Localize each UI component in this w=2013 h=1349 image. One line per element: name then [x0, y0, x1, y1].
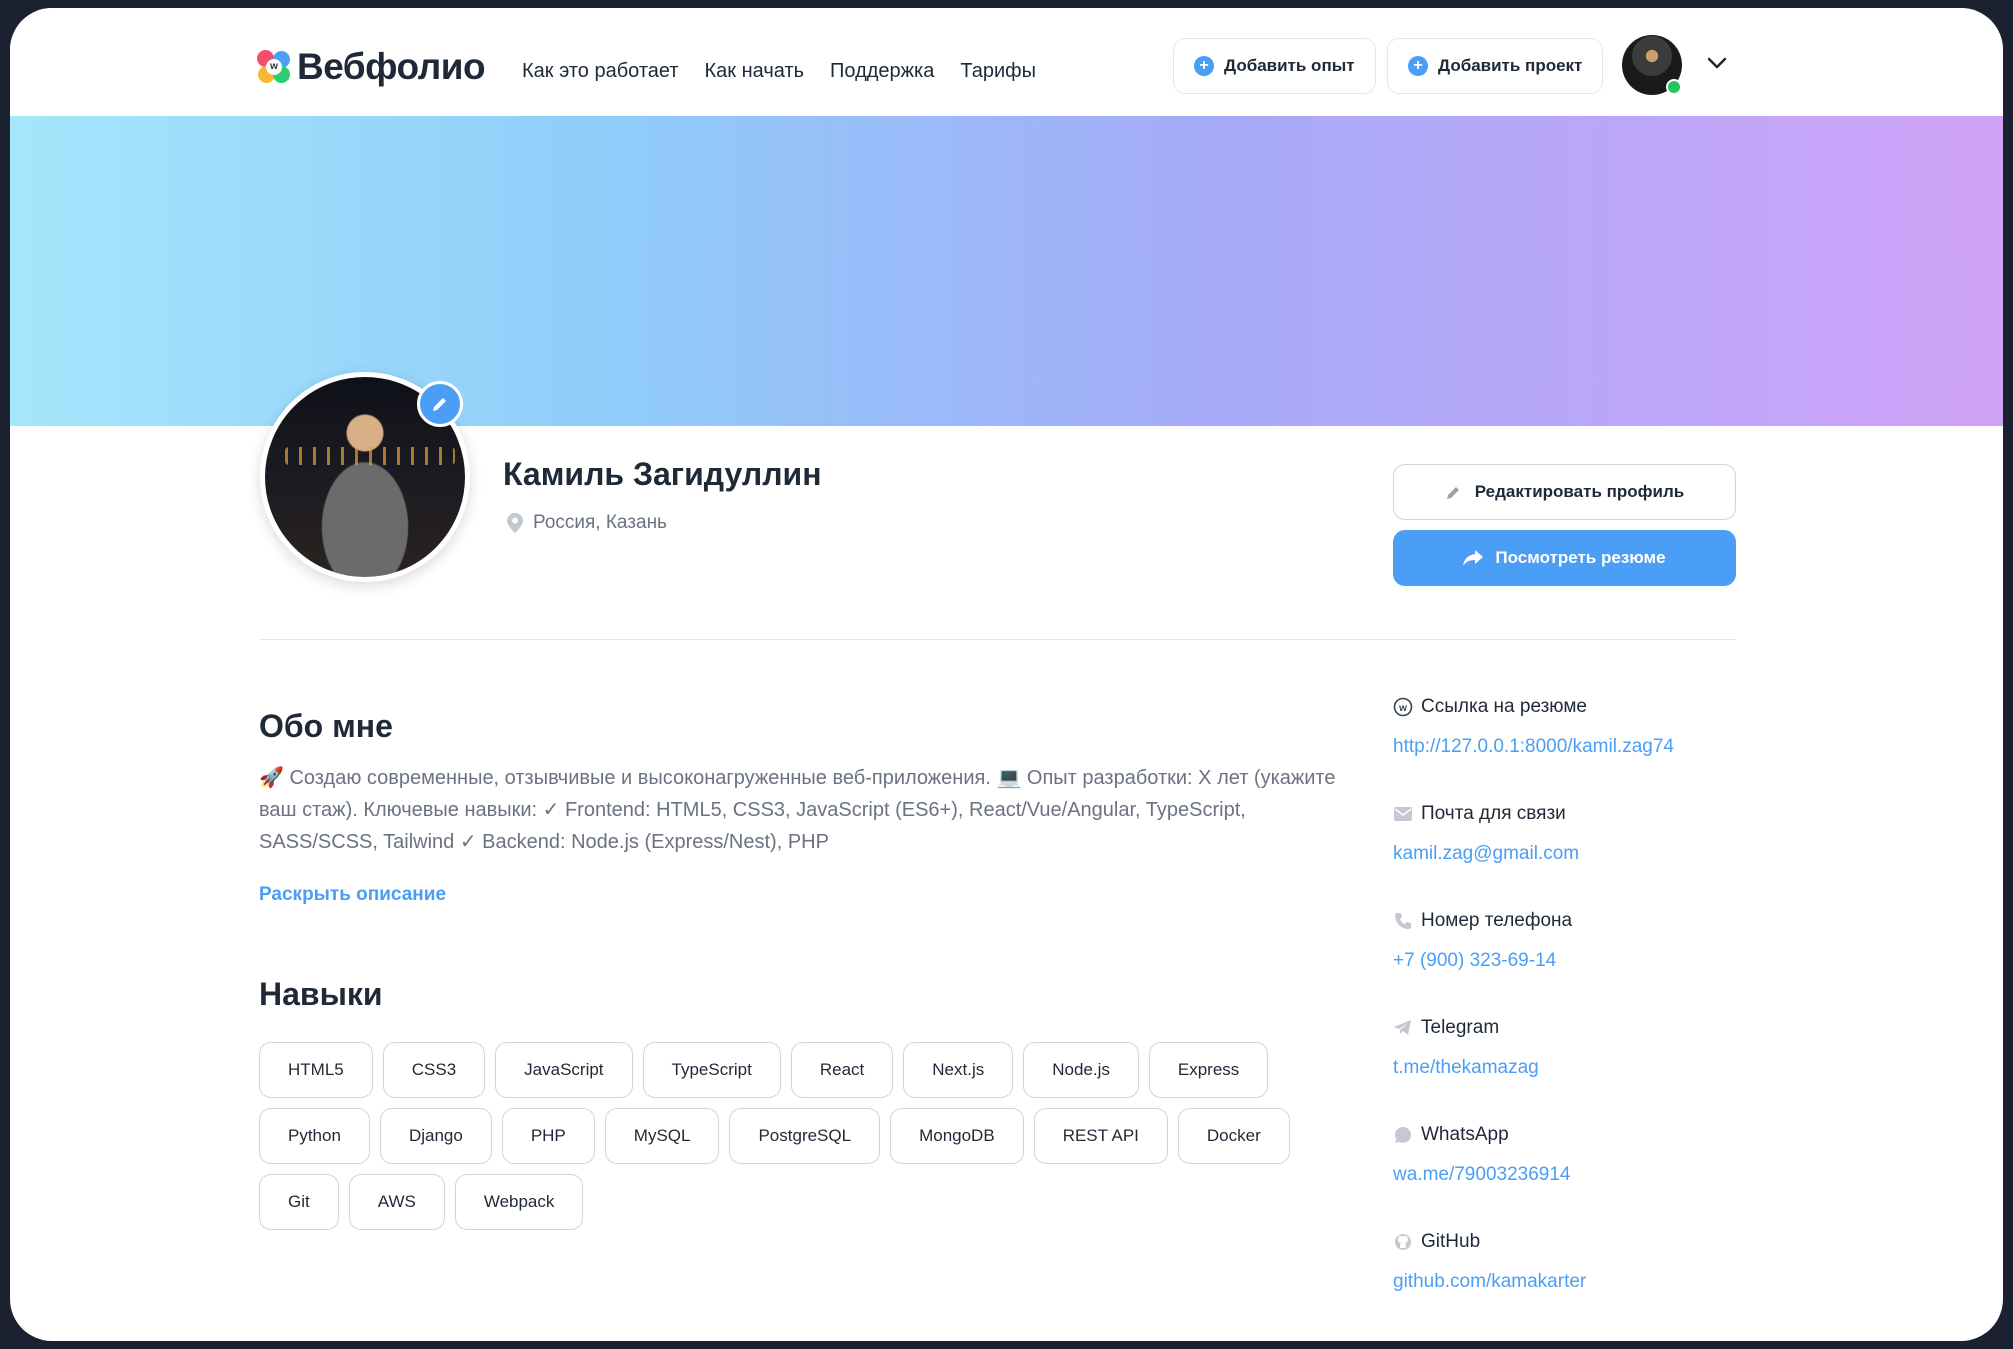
whatsapp-icon	[1393, 1125, 1413, 1145]
nav-pricing[interactable]: Тарифы	[960, 60, 1036, 83]
contact-label: Ссылка на резюме	[1421, 696, 1587, 717]
edit-profile-label: Редактировать профиль	[1474, 482, 1685, 501]
skill-tag[interactable]: TypeScript	[642, 1042, 781, 1098]
contact-whatsapp: WhatsApp wa.me/79003236914	[1393, 1124, 1893, 1231]
contact-value-link[interactable]: wa.me/79003236914	[1393, 1164, 1893, 1186]
contact-label: Telegram	[1421, 1017, 1500, 1038]
contact-phone: Номер телефона +7 (900) 323-69-14	[1393, 910, 1893, 1017]
webfolio-icon: w	[1393, 697, 1413, 717]
skill-tag[interactable]: MySQL	[604, 1108, 720, 1164]
chevron-down-icon[interactable]	[1707, 56, 1727, 70]
skill-tag[interactable]: PHP	[501, 1108, 595, 1164]
view-resume-button[interactable]: Посмотреть резюме	[1393, 530, 1736, 586]
contact-github: GitHub github.com/kamakarter	[1393, 1231, 1893, 1338]
contact-value-link[interactable]: github.com/kamakarter	[1393, 1271, 1893, 1293]
skill-tag[interactable]: Node.js	[1023, 1042, 1139, 1098]
contact-label: Почта для связи	[1421, 803, 1566, 824]
about-title: Обо мне	[259, 708, 393, 744]
skill-tag[interactable]: MongoDB	[890, 1108, 1024, 1164]
main-nav: Как это работает Как начать Поддержка Та…	[522, 60, 1036, 83]
contact-value-link[interactable]: kamil.zag@gmail.com	[1393, 843, 1893, 865]
skills-list: HTML5 CSS3 JavaScript TypeScript React N…	[259, 1042, 1339, 1230]
contact-label: GitHub	[1421, 1231, 1481, 1252]
contact-label: WhatsApp	[1421, 1124, 1509, 1145]
location-pin-icon	[507, 513, 523, 533]
skill-tag[interactable]: REST API	[1033, 1108, 1168, 1164]
plus-icon: +	[1408, 56, 1428, 76]
profile-name: Камиль Загидуллин	[503, 456, 822, 492]
contacts-panel: w Ссылка на резюме http://127.0.0.1:8000…	[1393, 696, 1893, 1338]
section-divider	[259, 639, 1736, 640]
add-experience-label: Добавить опыт	[1224, 56, 1355, 75]
app-window: w Вебфолио Как это работает Как начать П…	[10, 8, 2003, 1341]
skills-row: Git AWS Webpack	[259, 1174, 1339, 1230]
view-resume-label: Посмотреть резюме	[1495, 548, 1666, 567]
reveal-description-link[interactable]: Раскрыть описание	[259, 884, 446, 906]
skill-tag[interactable]: Docker	[1177, 1108, 1290, 1164]
profile-cover-banner	[10, 116, 2003, 426]
skill-tag[interactable]: Python	[259, 1108, 370, 1164]
skills-row: Python Django PHP MySQL PostgreSQL Mongo…	[259, 1108, 1339, 1164]
add-project-label: Добавить проект	[1438, 56, 1583, 75]
skill-tag[interactable]: Express	[1148, 1042, 1269, 1098]
skill-tag[interactable]: React	[790, 1042, 894, 1098]
mail-icon	[1393, 804, 1413, 824]
contact-telegram: Telegram t.me/thekamazag	[1393, 1017, 1893, 1124]
logo-icon: w	[257, 50, 291, 84]
phone-icon	[1393, 911, 1413, 931]
location-text: Россия, Казань	[533, 512, 667, 533]
contact-label: Номер телефона	[1421, 910, 1573, 931]
skill-tag[interactable]: JavaScript	[495, 1042, 633, 1098]
share-arrow-icon	[1463, 550, 1484, 566]
add-experience-button[interactable]: + Добавить опыт	[1173, 38, 1376, 94]
skill-tag[interactable]: HTML5	[259, 1042, 373, 1098]
skills-row: HTML5 CSS3 JavaScript TypeScript React N…	[259, 1042, 1339, 1098]
skill-tag[interactable]: PostgreSQL	[729, 1108, 881, 1164]
about-text: 🚀 Создаю современные, отзывчивые и высок…	[259, 767, 1336, 853]
pencil-icon	[1446, 487, 1459, 499]
skill-tag[interactable]: CSS3	[382, 1042, 486, 1098]
add-project-button[interactable]: + Добавить проект	[1387, 38, 1604, 94]
skill-tag[interactable]: Git	[259, 1174, 339, 1230]
profile-location: Россия, Казань	[507, 512, 667, 534]
contact-value-link[interactable]: +7 (900) 323-69-14	[1393, 950, 1893, 972]
contact-email: Почта для связи kamil.zag@gmail.com	[1393, 803, 1893, 910]
edit-profile-button[interactable]: Редактировать профиль	[1393, 464, 1736, 520]
skill-tag[interactable]: Django	[379, 1108, 492, 1164]
skill-tag[interactable]: Webpack	[454, 1174, 584, 1230]
contact-value-link[interactable]: t.me/thekamazag	[1393, 1057, 1893, 1079]
nav-how-to-start[interactable]: Как начать	[705, 60, 805, 83]
top-header: w Вебфолио Как это работает Как начать П…	[10, 8, 2003, 116]
logo[interactable]: w Вебфолио	[257, 46, 486, 88]
edit-photo-button[interactable]	[417, 381, 463, 427]
logo-text: Вебфолио	[297, 46, 486, 87]
online-status-indicator	[1666, 79, 1682, 95]
plus-icon: +	[1194, 56, 1214, 76]
github-icon	[1393, 1232, 1413, 1252]
svg-text:w: w	[1398, 703, 1407, 714]
skill-tag[interactable]: Next.js	[903, 1042, 1014, 1098]
skill-tag[interactable]: AWS	[348, 1174, 445, 1230]
nav-how-it-works[interactable]: Как это работает	[522, 60, 679, 83]
pencil-icon	[433, 398, 446, 411]
contact-value-link[interactable]: http://127.0.0.1:8000/kamil.zag74	[1393, 736, 1893, 758]
nav-support[interactable]: Поддержка	[830, 60, 934, 83]
telegram-icon	[1393, 1018, 1413, 1038]
contact-resume-link: w Ссылка на резюме http://127.0.0.1:8000…	[1393, 696, 1893, 803]
skills-title: Навыки	[259, 976, 383, 1012]
